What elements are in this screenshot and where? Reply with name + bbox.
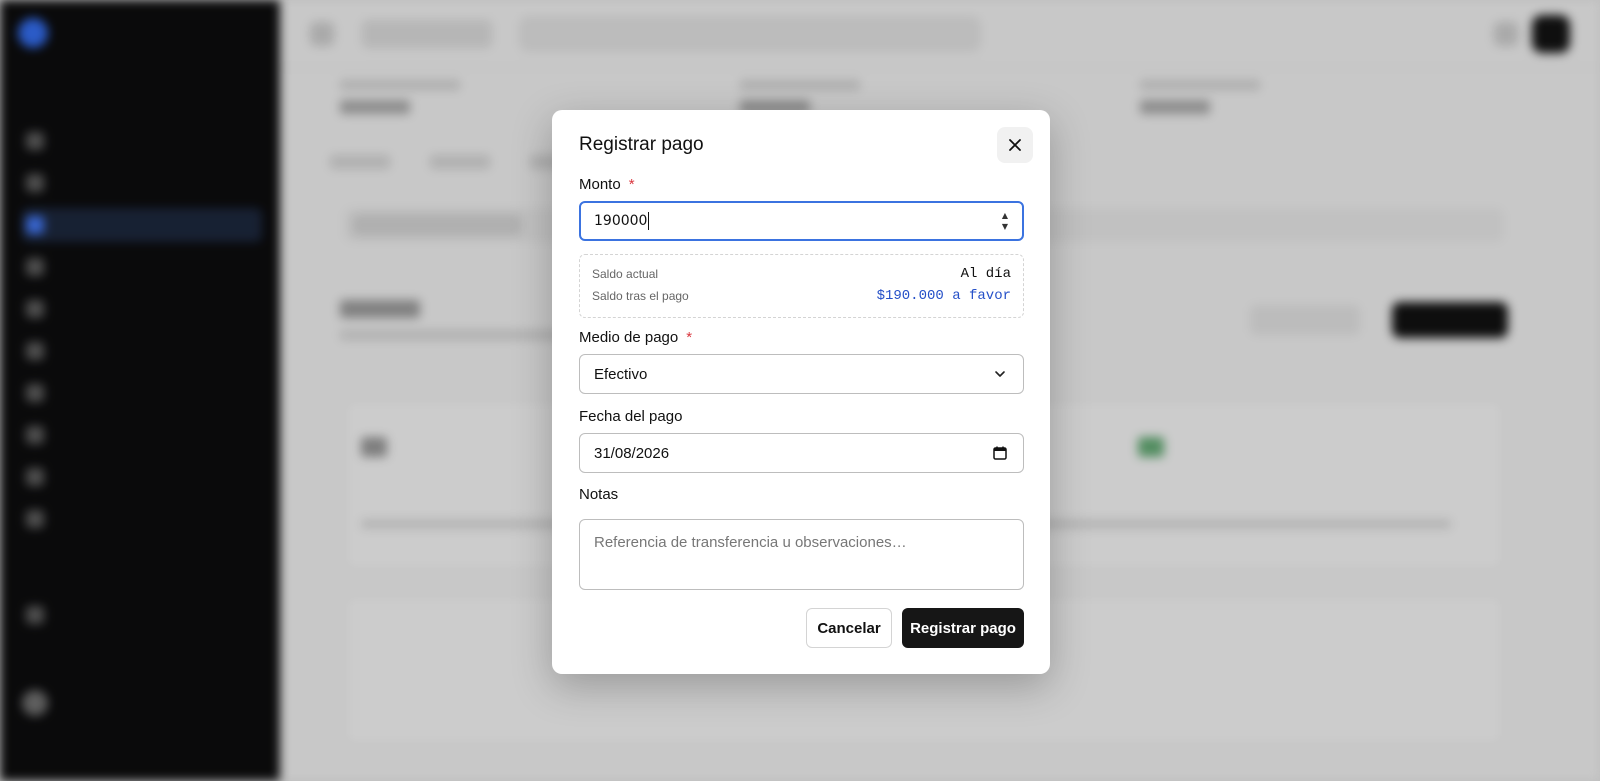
required-mark: * — [628, 176, 635, 193]
payment-method-label-text: Medio de pago — [579, 329, 679, 346]
payment-date-value: 31/08/2026 — [594, 444, 670, 462]
payment-method-value: Efectivo — [594, 365, 648, 383]
amount-input[interactable]: 190000 ▲ ▼ — [579, 201, 1024, 241]
calendar-icon[interactable] — [992, 445, 1008, 461]
stepper-up-icon[interactable]: ▲ — [1002, 211, 1008, 220]
payment-date-input[interactable]: 31/08/2026 — [579, 433, 1024, 473]
amount-value: 190000 — [594, 213, 648, 229]
after-balance-value: $190.000 a favor — [876, 288, 1011, 304]
current-balance-value: Al día — [960, 266, 1011, 282]
text-caret — [648, 212, 650, 230]
payment-method-label: Medio de pago * — [579, 329, 692, 346]
notes-label: Notas — [579, 486, 619, 503]
current-balance-label: Saldo actual — [592, 267, 659, 281]
after-balance-label: Saldo tras el pago — [592, 289, 689, 303]
notes-placeholder: Referencia de transferencia u observacio… — [594, 534, 907, 551]
payment-method-select[interactable]: Efectivo — [579, 354, 1024, 394]
stepper-down-icon[interactable]: ▼ — [1002, 222, 1008, 231]
payment-date-label: Fecha del pago — [579, 408, 683, 425]
dialog-title: Registrar pago — [579, 134, 704, 155]
amount-label: Monto * — [579, 176, 635, 193]
balance-preview: Saldo actual Al día Saldo tras el pago $… — [579, 254, 1024, 318]
close-button[interactable] — [997, 127, 1033, 163]
current-balance-row: Saldo actual Al día — [592, 266, 1011, 282]
register-payment-button[interactable]: Registrar pago — [902, 608, 1024, 648]
notes-textarea[interactable]: Referencia de transferencia u observacio… — [579, 519, 1024, 590]
cancel-button[interactable]: Cancelar — [806, 608, 892, 648]
register-payment-dialog: Registrar pago Monto * 190000 ▲ ▼ Saldo a… — [552, 110, 1050, 674]
number-stepper[interactable]: ▲ ▼ — [1002, 211, 1008, 231]
required-mark: * — [686, 329, 693, 346]
after-balance-row: Saldo tras el pago $190.000 a favor — [592, 288, 1011, 304]
close-icon — [1009, 139, 1021, 151]
chevron-down-icon — [995, 371, 1005, 377]
amount-label-text: Monto — [579, 176, 621, 193]
